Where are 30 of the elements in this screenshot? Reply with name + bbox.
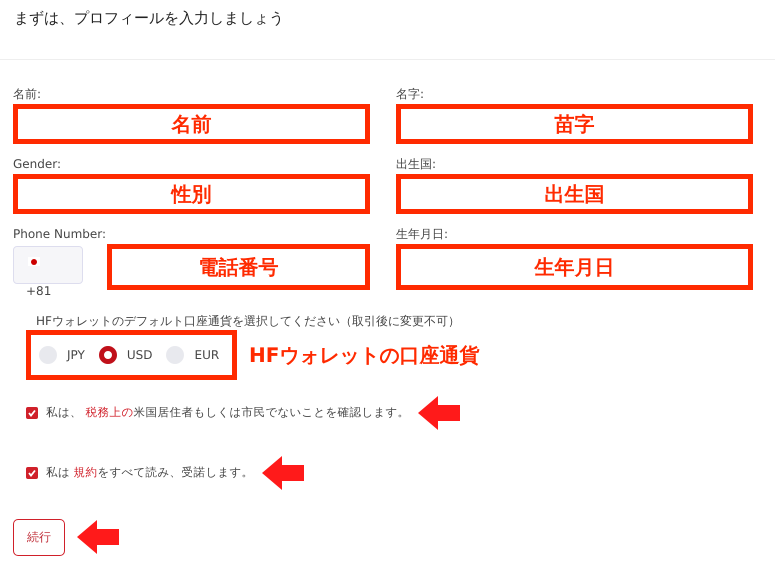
- agreement-text: 私は、 税務上の米国居住者もしくは市民でないことを確認します。: [46, 404, 410, 422]
- input-field[interactable]: 性別: [13, 174, 370, 214]
- currency-annotation: HFウォレットの口座通貨: [249, 342, 480, 369]
- currency-radio[interactable]: JPY: [39, 346, 85, 364]
- currency-label: HFウォレットのデフォルト口座通貨を選択してください（取引後に変更不可）: [35, 314, 460, 328]
- field-label: 生年月日:: [396, 226, 450, 242]
- input-field[interactable]: 出生国: [396, 174, 753, 214]
- arrow-icon: [262, 454, 306, 492]
- field-label: 名字:: [396, 86, 426, 102]
- field-label: 名前:: [13, 86, 42, 102]
- input-field[interactable]: 生年月日: [396, 244, 753, 290]
- input-field[interactable]: 名前: [13, 104, 370, 144]
- agreement-text: 私は 規約をすべて読み、受諾します。: [46, 464, 254, 482]
- flag-icon: [28, 257, 40, 266]
- currency-radio[interactable]: USD: [98, 346, 152, 364]
- field-label: Phone Number:: [13, 226, 108, 242]
- terms-link[interactable]: 税務上の: [86, 405, 134, 420]
- field-label: Gender:: [13, 156, 62, 172]
- arrow-icon: [77, 518, 121, 556]
- input-field[interactable]: 苗字: [396, 104, 753, 144]
- country-code: +81: [26, 284, 52, 298]
- agreement-checkbox[interactable]: [26, 407, 38, 419]
- agreement-checkbox[interactable]: [26, 467, 38, 479]
- page-title: まずは、プロフィールを入力しましょう: [14, 8, 284, 30]
- field-label: 出生国:: [396, 156, 438, 172]
- input-field[interactable]: 電話番号: [107, 244, 370, 290]
- continue-button[interactable]: 続行: [13, 518, 65, 556]
- terms-link[interactable]: 規約: [74, 465, 98, 480]
- currency-radio[interactable]: EUR: [166, 346, 220, 364]
- arrow-icon: [418, 394, 462, 432]
